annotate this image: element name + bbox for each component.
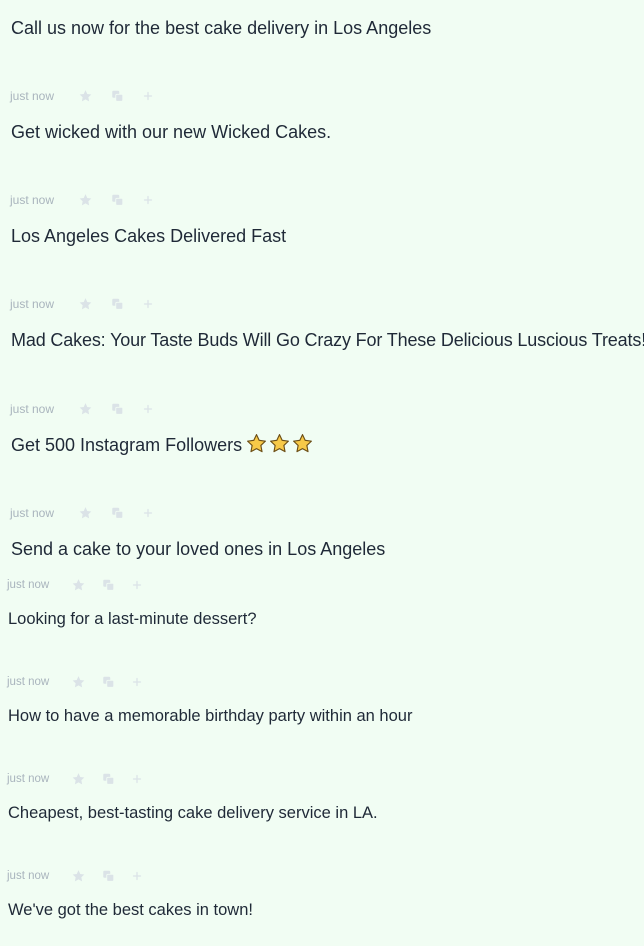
timestamp: just now xyxy=(7,676,50,688)
headline-9[interactable]: Cheapest, best-tasting cake delivery ser… xyxy=(8,801,378,825)
add-icon[interactable] xyxy=(142,89,158,103)
timestamp: just now xyxy=(10,89,55,103)
feed: Call us now for the best cake delivery i… xyxy=(0,0,644,946)
add-icon[interactable] xyxy=(142,297,158,311)
headline-7[interactable]: Looking for a last-minute dessert? xyxy=(8,607,257,631)
add-icon[interactable] xyxy=(131,578,147,592)
favorite-star-icon[interactable] xyxy=(78,297,94,311)
headline-6[interactable]: Send a cake to your loved ones in Los An… xyxy=(11,537,385,561)
timestamp: just now xyxy=(10,297,55,311)
meta-row-1: just now xyxy=(10,89,174,103)
headline-5[interactable]: Get 500 Instagram Followers xyxy=(11,433,313,457)
copy-icon[interactable] xyxy=(101,675,117,689)
timestamp: just now xyxy=(10,402,55,416)
copy-icon[interactable] xyxy=(110,506,126,520)
meta-row-7: just now xyxy=(7,675,161,689)
meta-row-9: just now xyxy=(7,869,161,883)
emoji-star-icon xyxy=(270,434,290,453)
meta-row-4: just now xyxy=(10,402,174,416)
favorite-star-icon[interactable] xyxy=(78,506,94,520)
add-icon[interactable] xyxy=(142,402,158,416)
emoji-star-icon xyxy=(247,434,267,453)
timestamp: just now xyxy=(7,773,50,785)
meta-row-2: just now xyxy=(10,193,174,207)
copy-icon[interactable] xyxy=(110,193,126,207)
meta-row-5: just now xyxy=(10,506,174,520)
favorite-star-icon[interactable] xyxy=(78,193,94,207)
favorite-star-icon[interactable] xyxy=(71,772,87,786)
copy-icon[interactable] xyxy=(110,89,126,103)
timestamp: just now xyxy=(7,579,50,591)
copy-icon[interactable] xyxy=(101,772,117,786)
meta-row-8: just now xyxy=(7,772,161,786)
favorite-star-icon[interactable] xyxy=(71,869,87,883)
headline-10[interactable]: We've got the best cakes in town! xyxy=(8,898,253,922)
timestamp: just now xyxy=(10,506,55,520)
headline-3[interactable]: Los Angeles Cakes Delivered Fast xyxy=(11,224,286,248)
copy-icon[interactable] xyxy=(101,869,117,883)
add-icon[interactable] xyxy=(131,772,147,786)
add-icon[interactable] xyxy=(131,675,147,689)
add-icon[interactable] xyxy=(142,193,158,207)
meta-row-6: just now xyxy=(7,578,161,592)
add-icon[interactable] xyxy=(131,869,147,883)
copy-icon[interactable] xyxy=(110,402,126,416)
copy-icon[interactable] xyxy=(110,297,126,311)
headline-4[interactable]: Mad Cakes: Your Taste Buds Will Go Crazy… xyxy=(11,328,644,352)
headline-8[interactable]: How to have a memorable birthday party w… xyxy=(8,704,412,728)
emoji-star-icon xyxy=(293,434,313,453)
favorite-star-icon[interactable] xyxy=(71,675,87,689)
meta-row-3: just now xyxy=(10,297,174,311)
headline-1[interactable]: Call us now for the best cake delivery i… xyxy=(11,16,431,40)
favorite-star-icon[interactable] xyxy=(78,402,94,416)
favorite-star-icon[interactable] xyxy=(78,89,94,103)
headline-5-text: Get 500 Instagram Followers xyxy=(11,435,243,455)
favorite-star-icon[interactable] xyxy=(71,578,87,592)
emoji-stars xyxy=(246,433,313,454)
timestamp: just now xyxy=(10,193,55,207)
add-icon[interactable] xyxy=(142,506,158,520)
timestamp: just now xyxy=(7,870,50,882)
headline-2[interactable]: Get wicked with our new Wicked Cakes. xyxy=(11,120,331,144)
copy-icon[interactable] xyxy=(101,578,117,592)
